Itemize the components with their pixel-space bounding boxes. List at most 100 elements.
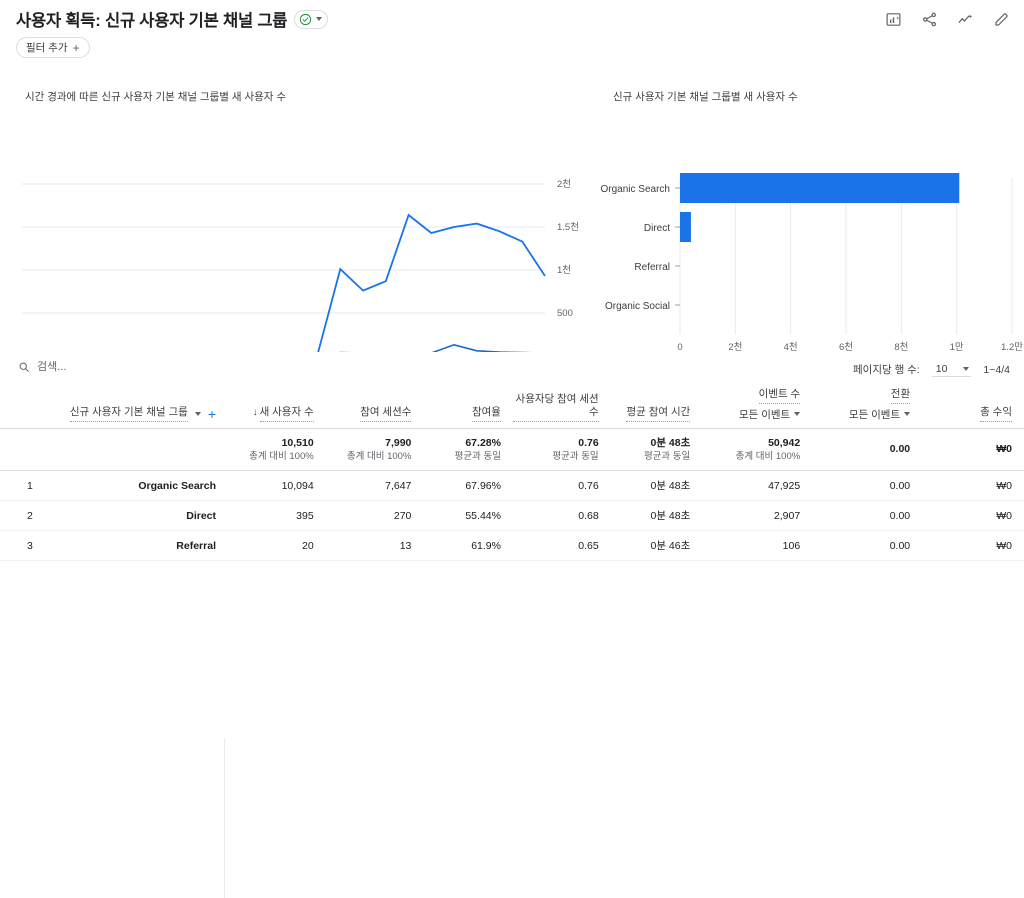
- column-label: 이벤트 수: [758, 388, 801, 404]
- analytics-report-page: 사용자 획득: 신규 사용자 기본 채널 그룹 필터 추가 + 시간 경과에 따…: [0, 0, 1024, 898]
- bar: [680, 212, 691, 242]
- row-index: 1: [0, 470, 45, 502]
- table-body: 10,510 총계 대비 100% 7,990 총계 대비 100% 67.28% 평균과…: [0, 428, 1024, 562]
- add-filter-label: 필터 추가: [26, 42, 68, 54]
- chevron-down-icon[interactable]: [794, 412, 801, 416]
- column-header-engagement-rate[interactable]: 참여율: [423, 384, 513, 429]
- totals-value: 67.28%: [465, 436, 501, 449]
- row-cell: 270: [325, 500, 424, 532]
- search-icon: [19, 362, 29, 372]
- table-header-row: 신규 사용자 기본 채널 그룹 + ↓ 새 사용자 수 참여 세션수 참여율 사…: [0, 384, 1024, 429]
- svg-text:0: 0: [677, 342, 682, 352]
- totals-subvalue: 총계 대비 100%: [346, 450, 412, 462]
- column-header-engaged-sessions[interactable]: 참여 세션수: [325, 384, 424, 429]
- totals-value: 0분 48초: [650, 436, 691, 449]
- row-dimension[interactable]: Organic Search: [44, 470, 228, 502]
- row-cell: 55.44%: [423, 500, 513, 532]
- svg-text:2천: 2천: [557, 179, 571, 190]
- dimension-header[interactable]: 신규 사용자 기본 채널 그룹 +: [44, 384, 228, 429]
- svg-text:2천: 2천: [728, 342, 742, 352]
- row-cell: 67.96%: [423, 470, 513, 502]
- dimension-header-label: 신규 사용자 기본 채널 그룹: [69, 406, 188, 422]
- plus-icon: +: [72, 40, 80, 55]
- chevron-down-icon[interactable]: [904, 412, 911, 416]
- totals-subvalue: 평균과 동일: [454, 450, 501, 462]
- page-title: 사용자 획득: 신규 사용자 기본 채널 그룹: [16, 12, 288, 30]
- svg-text:500: 500: [557, 308, 573, 319]
- column-label: 새 사용자 수: [259, 406, 314, 422]
- bar: [680, 173, 960, 203]
- row-cell: 10,094: [228, 470, 326, 502]
- totals-value: 10,510: [281, 436, 314, 449]
- totals-value: 0.76: [578, 436, 599, 449]
- totals-cell: 0분 48초 평균과 동일: [610, 428, 703, 472]
- column-label: 참여 세션수: [360, 406, 412, 422]
- line-chart[interactable]: 2천 1.5천 1천 500 0 2512월 011월 08 15: [0, 62, 600, 352]
- column-header-avg-engagement-time[interactable]: 평균 참여 시간: [610, 384, 703, 429]
- totals-cell: 7,990 총계 대비 100%: [325, 428, 424, 472]
- column-header-new-users[interactable]: ↓ 새 사용자 수: [228, 384, 326, 429]
- chevron-down-icon[interactable]: [194, 411, 201, 416]
- column-header-event-count[interactable]: 이벤트 수 모든 이벤트: [702, 384, 813, 429]
- row-range-label: 1~4/4: [983, 363, 1010, 376]
- bar-chart[interactable]: Organic Search Direct Referral Organic Soci…: [600, 62, 1024, 352]
- insights-icon[interactable]: [885, 11, 902, 28]
- totals-cell: 67.28% 평균과 동일: [423, 428, 513, 472]
- column-label: 참여율: [471, 406, 501, 422]
- status-badge[interactable]: [294, 9, 329, 29]
- bar-chart-card: 신규 사용자 기본 채널 그룹별 새 사용자 수 Organic Search D…: [600, 62, 1024, 352]
- table-toolbar: 페이지당 행 수: 10 1~4/4: [0, 352, 1024, 384]
- table-divider: [224, 738, 225, 898]
- svg-text:1.5천: 1.5천: [557, 222, 579, 233]
- row-cell: 0.00: [812, 470, 923, 502]
- svg-text:Organic Search: Organic Search: [601, 184, 670, 195]
- totals-dimension: [44, 428, 228, 472]
- totals-cell: 0.00: [812, 428, 923, 472]
- row-cell: 0분 48초: [610, 500, 703, 532]
- svg-text:Referral: Referral: [634, 262, 670, 273]
- column-header-sessions-per-user[interactable]: 사용자당 참여 세션수: [512, 384, 611, 429]
- svg-text:1천: 1천: [557, 265, 571, 276]
- rows-per-page-label: 페이지당 행 수:: [853, 364, 920, 376]
- row-dimension[interactable]: Direct: [44, 500, 228, 532]
- svg-text:1만: 1만: [950, 342, 964, 352]
- row-cell: 2,907: [702, 500, 813, 532]
- svg-text:8천: 8천: [894, 342, 908, 352]
- totals-value: ₩0: [996, 443, 1012, 456]
- row-cell: 0.68: [512, 500, 611, 532]
- column-header-conversions[interactable]: 전환 모든 이벤트: [812, 384, 923, 429]
- add-dimension-icon[interactable]: +: [208, 407, 216, 421]
- chevron-down-icon: [963, 366, 970, 371]
- row-cell: 395: [228, 500, 326, 532]
- row-index: 2: [0, 500, 45, 532]
- add-filter-chip[interactable]: 필터 추가 +: [16, 37, 90, 58]
- chevron-down-icon: [316, 17, 323, 21]
- data-table-panel: 페이지당 행 수: 10 1~4/4 신: [0, 352, 1024, 898]
- header-actions: [885, 11, 1010, 28]
- column-header-total-revenue[interactable]: 총 수익: [922, 384, 1024, 429]
- pagination-controls: 페이지당 행 수: 10 1~4/4: [853, 362, 1010, 377]
- totals-subvalue: 평균과 동일: [552, 450, 599, 462]
- totals-cell: 50,942 총계 대비 100%: [702, 428, 813, 472]
- compare-trend-icon[interactable]: [957, 11, 974, 28]
- column-sub-label: 모든 이벤트: [738, 408, 791, 421]
- row-index-header: [0, 384, 45, 429]
- rows-per-page-value: 10: [935, 362, 948, 375]
- edit-pencil-icon[interactable]: [993, 11, 1010, 28]
- row-cell: ₩0: [922, 470, 1024, 502]
- totals-index: [0, 428, 45, 472]
- column-label: 평균 참여 시간: [626, 406, 691, 422]
- share-icon[interactable]: [921, 11, 938, 28]
- rows-per-page-select[interactable]: 10: [931, 362, 972, 377]
- row-cell: 0.76: [512, 470, 611, 502]
- table-row[interactable]: 1 Organic Search 10,094 7,647 67.96% 0.76 0분 4…: [0, 470, 1024, 502]
- column-label: 총 수익: [980, 406, 1012, 422]
- report-table: 신규 사용자 기본 채널 그룹 + ↓ 새 사용자 수 참여 세션수 참여율 사…: [0, 384, 1024, 562]
- check-circle-icon: [300, 13, 312, 25]
- totals-value: 0.00: [889, 443, 911, 456]
- table-row[interactable]: 2 Direct 395 270 55.44% 0.68 0분 48초 2,907 0.00 ₩0: [0, 500, 1024, 532]
- search-box[interactable]: [18, 361, 197, 373]
- row-cell: ₩0: [922, 500, 1024, 532]
- search-input[interactable]: [37, 361, 197, 373]
- row-cell: 7,647: [325, 470, 424, 502]
